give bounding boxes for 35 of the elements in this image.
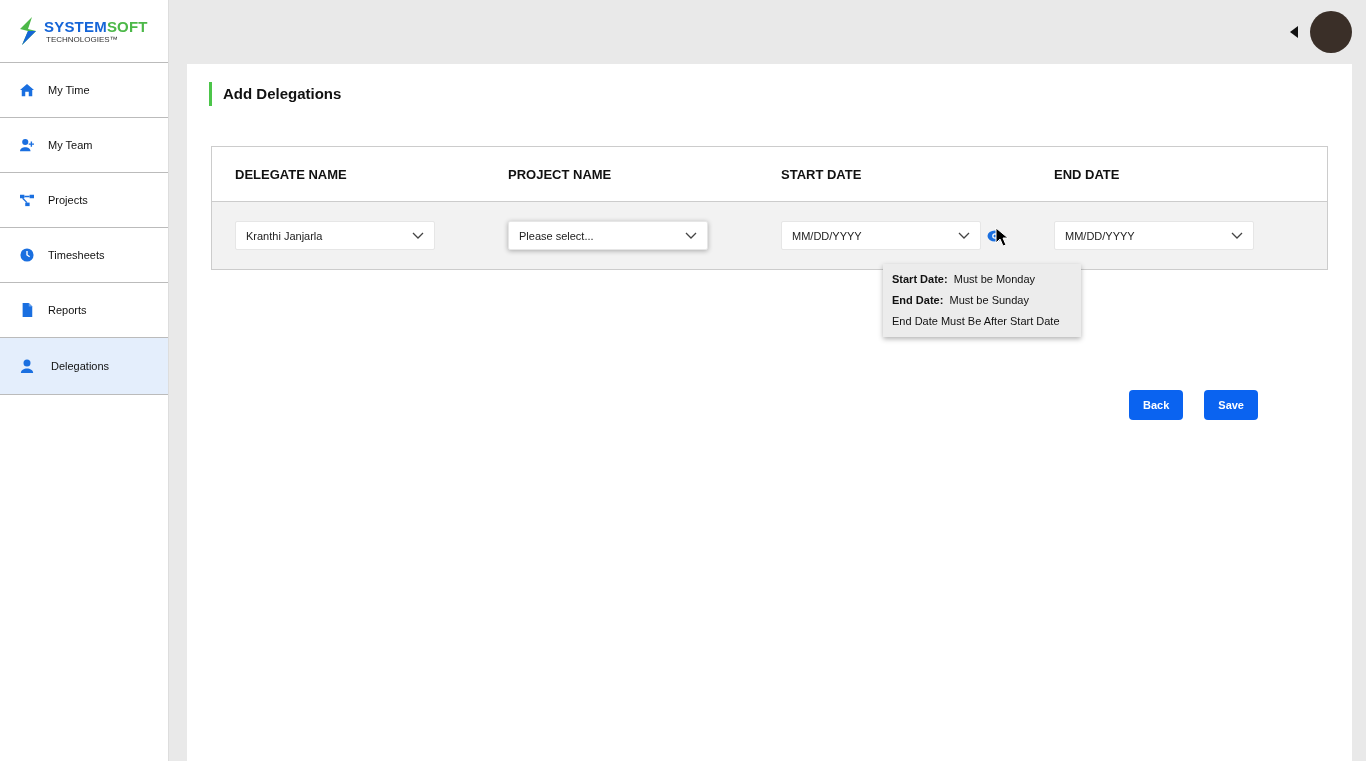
- mouse-pointer-icon: [995, 227, 1009, 247]
- dropdown-field[interactable]: MM/DD/YYYY: [1054, 221, 1254, 250]
- tooltip-line: Start Date: Must be Monday: [892, 272, 1037, 287]
- tooltip-line: End Date Must Be After Start Date: [892, 314, 1061, 329]
- page-title: Add Delegations: [209, 82, 1328, 106]
- chevron-down-icon: [412, 231, 424, 240]
- sidebar-item[interactable]: Delegations: [0, 338, 168, 395]
- brand-tagline: TECHNOLOGIES™: [45, 34, 119, 44]
- sidebar-item[interactable]: Timesheets: [0, 228, 168, 283]
- action-button[interactable]: Back: [1129, 390, 1184, 420]
- column-header: END DATE: [1054, 166, 1121, 182]
- column-header: PROJECT NAME: [508, 166, 613, 182]
- clock-icon: [20, 248, 34, 262]
- chevron-down-icon: [1231, 231, 1243, 240]
- dropdown-field[interactable]: Please select...: [508, 221, 708, 250]
- tooltip-line: End Date: Must be Sunday: [892, 293, 1030, 308]
- document-icon: [20, 303, 34, 317]
- user-plus-icon: [20, 138, 34, 152]
- column-header: DELEGATE NAME: [235, 166, 348, 182]
- brand-name: SYSTEMSOFT: [44, 18, 148, 35]
- hierarchy-icon: [20, 193, 34, 207]
- dropdown-field[interactable]: MM/DD/YYYY: [781, 221, 981, 250]
- column-header: START DATE: [781, 166, 863, 182]
- home-icon: [20, 83, 34, 97]
- sidebar-item[interactable]: My Time: [0, 63, 168, 118]
- user-icon: [20, 359, 34, 373]
- avatar[interactable]: [1310, 11, 1352, 53]
- sidebar-item[interactable]: Projects: [0, 173, 168, 228]
- chevron-down-icon: [958, 231, 970, 240]
- dropdown-field[interactable]: Kranthi Janjarla: [235, 221, 435, 250]
- sidebar-item[interactable]: My Team: [0, 118, 168, 173]
- caret-icon[interactable]: [1290, 26, 1298, 38]
- logo-bolt-icon: [18, 17, 38, 45]
- chevron-down-icon: [685, 231, 697, 240]
- action-button[interactable]: Save: [1204, 390, 1258, 420]
